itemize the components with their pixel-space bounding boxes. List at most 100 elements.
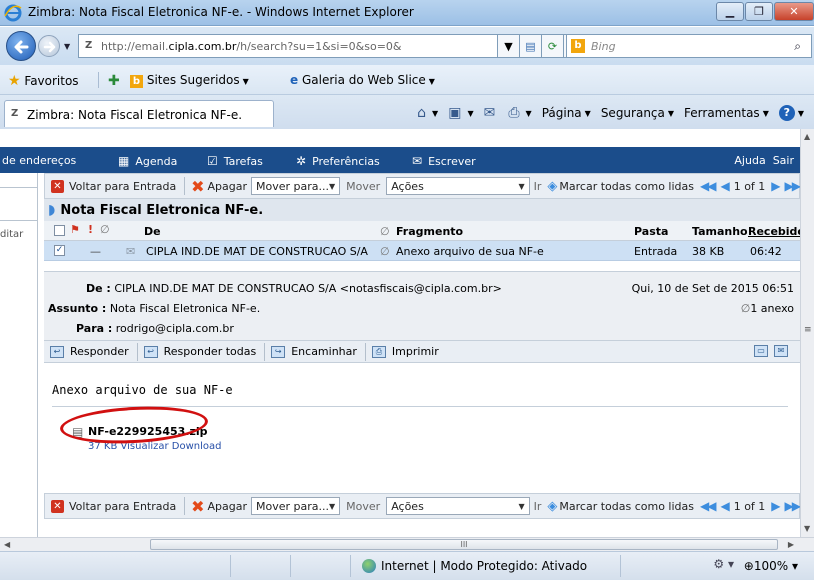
- help-link[interactable]: Ajuda: [734, 154, 765, 167]
- help-signout: Ajuda Sair: [734, 154, 794, 167]
- subject-line: Assunto : Nota Fiscal Eletronica NF-e.: [48, 302, 260, 315]
- new-window-icon[interactable]: ▭: [754, 345, 768, 357]
- delete-button-bottom[interactable]: ✖ Apagar: [191, 497, 247, 516]
- forward-button-mail[interactable]: ↪ Encaminhar: [271, 345, 357, 358]
- table-row[interactable]: ✓ — ✉ CIPLA IND.DE MAT DE CONSTRUCAO S/A…: [44, 241, 800, 261]
- delete-x-icon: ✖: [191, 496, 205, 516]
- scroll-thumb[interactable]: III: [150, 539, 778, 550]
- address-input[interactable]: Z http://email.cipla.com.br/h/search?su=…: [78, 34, 498, 58]
- tab-zimbra[interactable]: Z Zimbra: Nota Fiscal Eletronica NF-e.: [4, 100, 274, 127]
- minimize-button[interactable]: ▁: [716, 2, 744, 21]
- forward-icon: ↪: [271, 345, 286, 358]
- feeds-button[interactable]: ▣ ▼: [448, 105, 473, 121]
- mark-all-read-button-bottom[interactable]: ◈ Marcar todas como lidas: [547, 499, 694, 514]
- globe-icon: [362, 559, 376, 573]
- maximize-button[interactable]: ❐: [745, 2, 773, 21]
- refresh-icon[interactable]: ⟳: [542, 34, 564, 58]
- suggested-sites-link[interactable]: b Sites Sugeridos ▼: [130, 73, 249, 88]
- first-page-icon[interactable]: ◀◀: [700, 499, 717, 513]
- left-pane: ditar: [0, 173, 38, 537]
- next-page-icon[interactable]: ▶: [771, 179, 780, 193]
- back-to-inbox-button[interactable]: ✕ Voltar para Entrada: [51, 179, 176, 193]
- delete-button[interactable]: ✖ Apagar: [191, 177, 247, 196]
- tools-menu[interactable]: Ferramentas ▼: [684, 106, 769, 120]
- col-received[interactable]: Recebido: [748, 225, 800, 238]
- scroll-right-icon[interactable]: ▶: [788, 540, 794, 549]
- from-value[interactable]: CIPLA IND.DE MAT DE CONSTRUCAO S/A <nota…: [114, 282, 501, 295]
- show-original-icon[interactable]: ✉: [774, 345, 788, 357]
- to-value[interactable]: rodrigo@cipla.com.br: [116, 322, 234, 335]
- move-button-bottom[interactable]: Mover: [346, 500, 380, 513]
- pagination: ◀◀ ◀ 1 of 1 ▶ ▶▶: [700, 179, 800, 193]
- next-page-icon[interactable]: ▶: [771, 499, 780, 513]
- zoom-level[interactable]: ⊕100% ▾: [744, 559, 798, 573]
- security-menu[interactable]: Segurança ▼: [601, 106, 674, 120]
- last-page-icon[interactable]: ▶▶: [785, 179, 800, 193]
- address-dropdown-icon[interactable]: ▼: [498, 34, 520, 58]
- help-menu[interactable]: ? ▼: [778, 105, 804, 121]
- nav-compose[interactable]: ✉ Escrever: [412, 154, 476, 168]
- col-size[interactable]: Tamanho: [692, 225, 748, 238]
- nav-address-book[interactable]: de endereços: [2, 154, 76, 167]
- move-to-select-bottom[interactable]: Mover para... ▼: [251, 497, 341, 515]
- reply-all-button[interactable]: ↩ Responder todas: [143, 345, 257, 358]
- scroll-down-icon[interactable]: ▼: [804, 524, 810, 533]
- reply-all-label: Responder todas: [163, 345, 257, 358]
- web-slice-gallery-link[interactable]: e Galeria do Web Slice ▼: [290, 73, 435, 87]
- compatibility-view-icon[interactable]: ▤: [520, 34, 542, 58]
- back-to-inbox-button-bottom[interactable]: ✕ Voltar para Entrada: [51, 499, 176, 513]
- scroll-up-icon[interactable]: ▲: [804, 132, 810, 141]
- go-button-bottom[interactable]: Ir: [534, 500, 542, 513]
- search-input[interactable]: b Bing ⌕: [566, 34, 812, 58]
- row-fragment[interactable]: Anexo arquivo de sua NF-e: [396, 245, 544, 258]
- recent-pages-dropdown-icon[interactable]: ▼: [64, 42, 70, 51]
- back-button[interactable]: [6, 31, 36, 61]
- edit-link[interactable]: ditar: [0, 229, 23, 240]
- chevron-down-icon: ▼: [428, 77, 435, 86]
- close-button[interactable]: ✕: [774, 2, 814, 21]
- protected-mode-icon[interactable]: ⚙ ▾: [713, 557, 734, 571]
- reply-button[interactable]: ↩ Responder: [50, 345, 129, 358]
- mail-button[interactable]: ✉: [484, 105, 499, 121]
- home-button[interactable]: ⌂ ▼: [417, 105, 438, 121]
- attachments-count[interactable]: ∅1 anexo: [741, 302, 794, 315]
- move-to-value: Mover para...: [256, 499, 329, 513]
- print-button[interactable]: ⎙ ▼: [508, 105, 531, 121]
- row-from[interactable]: CIPLA IND.DE MAT DE CONSTRUCAO S/A: [146, 245, 368, 258]
- add-favorite-icon[interactable]: ✚: [108, 73, 120, 89]
- page-menu[interactable]: Página ▼: [542, 106, 591, 120]
- attachment-column-icon[interactable]: ∅: [100, 223, 110, 236]
- to-line: Para : rodrigo@cipla.com.br: [76, 322, 234, 335]
- flag-column-icon[interactable]: ⚑: [70, 223, 80, 236]
- priority-column-icon[interactable]: !: [88, 223, 93, 236]
- col-from[interactable]: De: [144, 225, 161, 238]
- first-page-icon[interactable]: ◀◀: [700, 179, 717, 193]
- actions-select[interactable]: Ações ▼: [386, 177, 530, 195]
- select-all-checkbox[interactable]: [54, 225, 65, 236]
- prev-page-icon[interactable]: ◀: [720, 499, 729, 513]
- mark-all-read-button[interactable]: ◈ Marcar todas como lidas: [547, 179, 694, 194]
- view-options: ▭ ✉: [754, 345, 794, 357]
- move-to-select[interactable]: Mover para... ▼: [251, 177, 341, 195]
- last-page-icon[interactable]: ▶▶: [785, 499, 800, 513]
- security-zone[interactable]: Internet | Modo Protegido: Ativado: [362, 559, 587, 573]
- action-separator: [364, 342, 366, 361]
- horizontal-scrollbar[interactable]: ◀ III ▶: [0, 537, 814, 551]
- col-fragment[interactable]: Fragmento: [396, 225, 463, 238]
- move-button[interactable]: Mover: [346, 180, 380, 193]
- row-checkbox[interactable]: ✓: [54, 245, 65, 256]
- signout-link[interactable]: Sair: [773, 154, 794, 167]
- scroll-left-icon[interactable]: ◀: [4, 540, 10, 549]
- actions-select-bottom[interactable]: Ações ▼: [386, 497, 530, 515]
- col-folder[interactable]: Pasta: [634, 225, 668, 238]
- print-mail-button[interactable]: ⎙ Imprimir: [371, 345, 439, 358]
- prev-page-icon[interactable]: ◀: [720, 179, 729, 193]
- search-icon[interactable]: ⌕: [794, 39, 801, 54]
- forward-button[interactable]: [38, 35, 60, 57]
- nav-calendar[interactable]: ▦ Agenda: [118, 154, 177, 168]
- go-button[interactable]: Ir: [534, 180, 542, 193]
- vertical-scrollbar[interactable]: ▲ ≡ ▼: [800, 129, 814, 537]
- nav-preferences[interactable]: ✲ Preferências: [296, 154, 380, 168]
- favorites-button[interactable]: ★ Favoritos: [8, 73, 79, 89]
- nav-tasks[interactable]: ☑ Tarefas: [207, 154, 263, 168]
